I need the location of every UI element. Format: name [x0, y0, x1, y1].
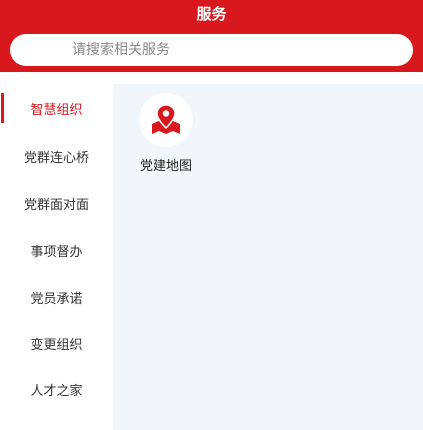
sidebar-item-party-bridge[interactable]: 党群连心桥 — [0, 141, 113, 171]
icon-circle — [139, 93, 193, 147]
sidebar-item-smart-organization[interactable]: 智慧组织 — [0, 93, 113, 123]
category-sidebar: 智慧组织 党群连心桥 党群面对面 事项督办 党员承诺 变更组织 人才之家 — [0, 84, 113, 430]
sidebar-item-face-to-face[interactable]: 党群面对面 — [0, 188, 113, 218]
header-bar: 服务 请搜索相关服务 — [0, 0, 423, 72]
sidebar-item-label: 智慧组织 — [30, 102, 83, 118]
sidebar-item-label: 变更组织 — [30, 337, 83, 353]
sidebar-item-label: 党员承诺 — [30, 291, 83, 307]
active-indicator — [1, 93, 4, 123]
map-pin-icon — [152, 104, 180, 134]
service-panel: 党建地图 — [113, 84, 423, 430]
sidebar-item-label: 党群连心桥 — [23, 150, 89, 166]
sidebar-item-member-pledge[interactable]: 党员承诺 — [0, 282, 113, 312]
sidebar-item-change-organization[interactable]: 变更组织 — [0, 328, 113, 358]
sidebar-item-supervision[interactable]: 事项督办 — [0, 235, 113, 265]
sidebar-item-label: 党群面对面 — [23, 197, 89, 213]
search-input[interactable]: 请搜索相关服务 — [10, 34, 413, 66]
sidebar-item-talent-home[interactable]: 人才之家 — [0, 374, 113, 404]
service-tile-party-map[interactable]: 党建地图 — [130, 93, 202, 177]
search-placeholder: 请搜索相关服务 — [72, 42, 170, 58]
sidebar-item-label: 事项督办 — [30, 244, 83, 260]
page-title: 服务 — [196, 5, 227, 23]
service-label: 党建地图 — [139, 159, 192, 174]
sidebar-item-label: 人才之家 — [30, 383, 83, 399]
